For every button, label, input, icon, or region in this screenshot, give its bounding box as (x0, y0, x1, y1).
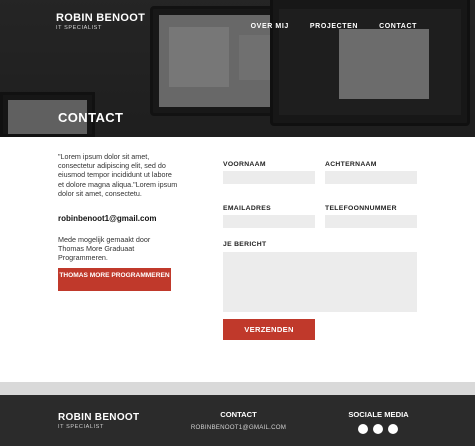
first-name-label: VOORNAAM (223, 161, 266, 168)
footer-contact-email[interactable]: ROBINBENOOT1@GMAIL.COM (178, 424, 299, 431)
intro-text: "Lorem ipsum dolor sit amet, consectetur… (58, 152, 178, 198)
hero-banner: ROBIN BENOOT IT SPECIALIST OVER MIJ PROJ… (0, 0, 475, 137)
message-label: JE BERICHT (223, 241, 267, 248)
nav-item-projecten[interactable]: PROJECTEN (310, 23, 358, 30)
credit-text: Mede mogelijk gemaakt door Thomas More G… (58, 235, 151, 263)
last-name-label: ACHTERNAAM (325, 161, 377, 168)
brand-subtitle: IT SPECIALIST (56, 25, 102, 31)
social-icon[interactable] (373, 424, 383, 434)
message-textarea[interactable] (223, 252, 417, 312)
footer-brand-name: ROBIN BENOOT (58, 412, 140, 423)
footer: ROBIN BENOOT IT SPECIALIST CONTACT ROBIN… (0, 395, 475, 446)
nav-item-over-mij[interactable]: OVER MIJ (251, 23, 289, 30)
footer-brand-subtitle: IT SPECIALIST (58, 424, 104, 430)
main-nav: OVER MIJ PROJECTEN CONTACT (230, 23, 417, 30)
phone-input[interactable] (325, 215, 417, 228)
email-input[interactable] (223, 215, 315, 228)
brand-name: ROBIN BENOOT (56, 12, 146, 24)
nav-item-contact[interactable]: CONTACT (379, 23, 417, 30)
page-title: CONTACT (58, 110, 124, 125)
last-name-input[interactable] (325, 171, 417, 184)
footer-social-title: SOCIALE MEDIA (348, 410, 409, 419)
thomas-more-button[interactable]: THOMAS MORE PROGRAMMEREN (58, 268, 171, 291)
submit-button[interactable]: VERZENDEN (223, 319, 315, 340)
first-name-input[interactable] (223, 171, 315, 184)
brand-logo[interactable]: ROBIN BENOOT IT SPECIALIST (56, 12, 145, 31)
social-icon[interactable] (388, 424, 398, 434)
email-label: EMAILADRES (223, 205, 271, 212)
footer-contact-title: CONTACT (220, 410, 257, 419)
social-icon[interactable] (358, 424, 368, 434)
contact-email[interactable]: robinbenoot1@gmail.com (58, 214, 156, 223)
footer-divider (0, 382, 475, 395)
phone-label: TELEFOONNUMMER (325, 205, 397, 212)
